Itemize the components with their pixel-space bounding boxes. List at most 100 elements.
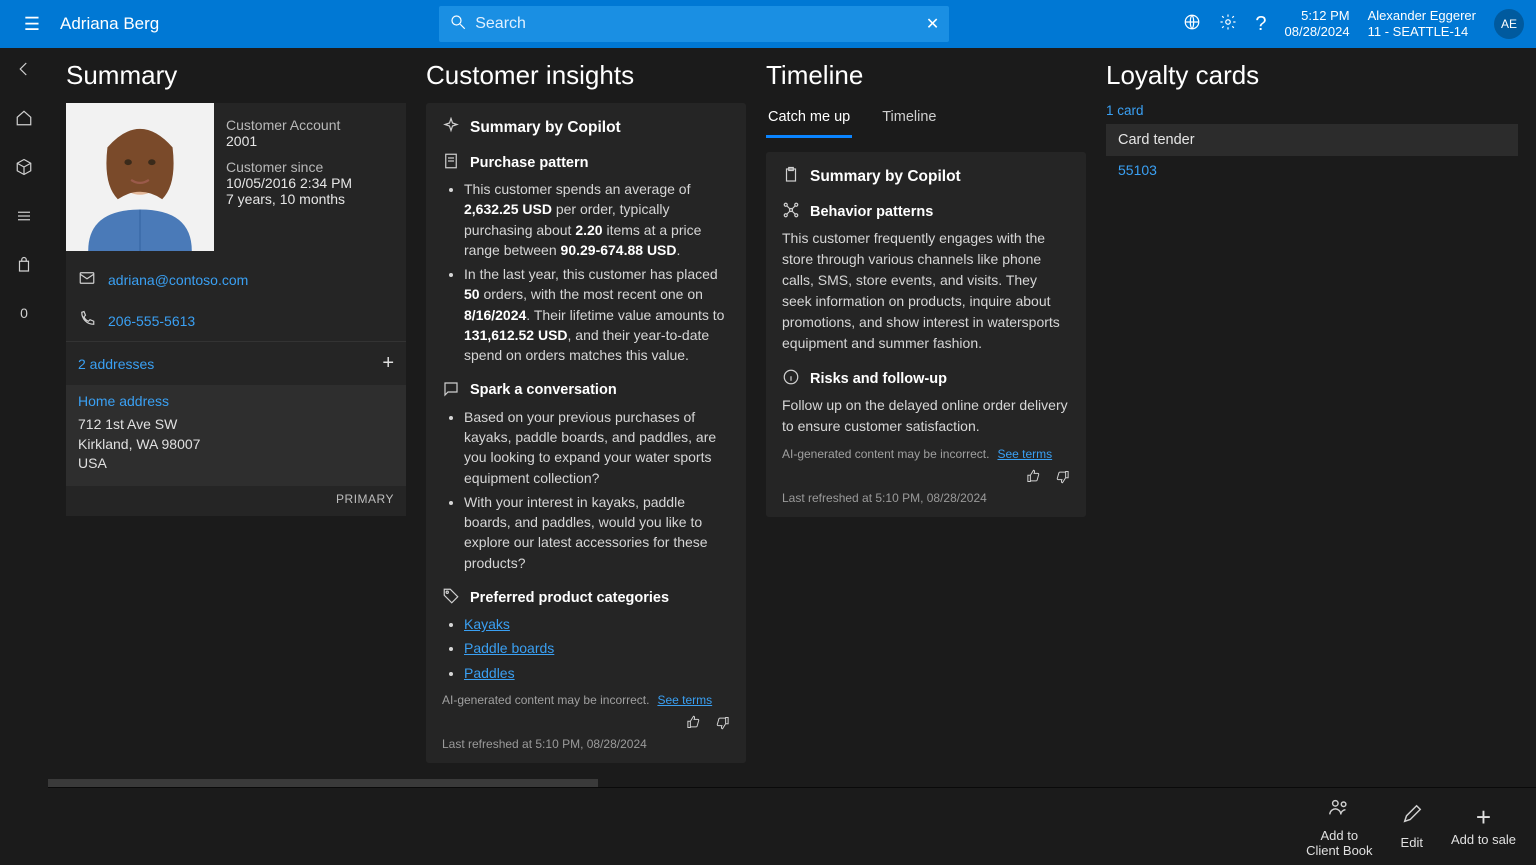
ai-footer-insights: AI-generated content may be incorrect. S… — [442, 693, 730, 733]
people-icon — [1328, 796, 1350, 824]
summary-title: Summary — [66, 60, 406, 91]
since-duration: 7 years, 10 months — [226, 191, 352, 207]
loyalty-title: Loyalty cards — [1106, 60, 1518, 91]
list-icon[interactable] — [15, 207, 33, 230]
tag-icon — [442, 587, 460, 608]
pref-link-1[interactable]: Kayaks — [464, 616, 510, 632]
email-row[interactable]: adriana@contoso.com — [66, 259, 406, 300]
left-nav-rail: 0 — [0, 48, 48, 865]
home-address-label: Home address — [78, 393, 394, 409]
tab-timeline[interactable]: Timeline — [880, 103, 938, 138]
prefs-title: Preferred product categories — [470, 590, 669, 606]
pref-link-2[interactable]: Paddle boards — [464, 640, 554, 656]
add-client-book-label-2: Client Book — [1306, 843, 1372, 858]
clipboard-icon — [782, 166, 800, 187]
clear-search-icon[interactable]: ✕ — [926, 14, 939, 34]
datetime-display: 5:12 PM 08/28/2024 — [1285, 8, 1350, 39]
bottom-action-bar: Add to Client Book Edit + Add to sale — [48, 787, 1536, 865]
tab-catch-me-up[interactable]: Catch me up — [766, 103, 852, 138]
see-terms-link[interactable]: See terms — [657, 693, 712, 707]
spark-bullet-1: Based on your previous purchases of kaya… — [464, 407, 730, 488]
thumbs-up-icon[interactable] — [686, 715, 701, 733]
account-label: Customer Account — [226, 117, 352, 133]
pencil-icon — [1401, 803, 1423, 831]
address-line-1: 712 1st Ave SW — [78, 415, 394, 435]
phone-link[interactable]: 206-555-5613 — [108, 313, 195, 329]
edit-button[interactable]: Edit — [1401, 803, 1423, 850]
phone-icon — [78, 310, 96, 331]
ai-footer-timeline: AI-generated content may be incorrect. S… — [782, 447, 1070, 487]
ai-disclaimer-tl: AI-generated content may be incorrect. — [782, 447, 989, 461]
loyalty-card-row[interactable]: Card tender — [1106, 124, 1518, 156]
add-to-client-book-button[interactable]: Add to Client Book — [1306, 796, 1372, 858]
timeline-title: Timeline — [766, 60, 1086, 91]
email-link[interactable]: adriana@contoso.com — [108, 272, 248, 288]
sparkle-icon — [442, 117, 460, 138]
email-icon — [78, 269, 96, 290]
horizontal-scrollbar[interactable] — [48, 779, 598, 787]
insights-card: Summary by Copilot Purchase pattern This… — [426, 103, 746, 763]
search-icon — [449, 13, 467, 36]
home-icon[interactable] — [15, 109, 33, 132]
hamburger-icon[interactable]: ☰ — [12, 14, 52, 35]
risks-text: Follow up on the delayed online order de… — [782, 395, 1070, 437]
user-avatar[interactable]: AE — [1494, 9, 1524, 39]
top-bar: ☰ Adriana Berg ✕ ? 5:12 PM 08/28/2024 Al… — [0, 0, 1536, 48]
search-input[interactable] — [467, 15, 926, 33]
spark-bullet-2: With your interest in kayaks, paddle boa… — [464, 492, 730, 573]
purchase-bullet-1: This customer spends an average of 2,632… — [464, 179, 730, 260]
thumbs-up-icon-tl[interactable] — [1026, 469, 1041, 487]
store-label: 11 - SEATTLE-14 — [1368, 24, 1476, 40]
add-address-icon[interactable]: + — [382, 352, 394, 375]
add-to-sale-button[interactable]: + Add to sale — [1451, 806, 1516, 847]
addresses-header[interactable]: 2 addresses + — [66, 341, 406, 385]
see-terms-link-tl[interactable]: See terms — [997, 447, 1052, 461]
add-sale-label: Add to sale — [1451, 832, 1516, 847]
chat-icon — [442, 380, 460, 401]
purchase-bullet-2: In the last year, this customer has plac… — [464, 264, 730, 365]
address-block[interactable]: Home address 712 1st Ave SW Kirkland, WA… — [66, 385, 406, 486]
spark-section: Spark a conversation Based on your previ… — [442, 380, 730, 573]
loyalty-card-number[interactable]: 55103 — [1106, 156, 1518, 184]
spark-title: Spark a conversation — [470, 382, 617, 398]
customer-photo — [66, 103, 214, 251]
time-display: 5:12 PM — [1285, 8, 1350, 24]
risks-title: Risks and follow-up — [810, 371, 947, 387]
network-icon — [782, 201, 800, 222]
globe-icon[interactable] — [1183, 13, 1201, 36]
timeline-card-title: Summary by Copilot — [810, 168, 961, 186]
behavior-text: This customer frequently engages with th… — [782, 228, 1070, 354]
risks-section: Risks and follow-up Follow up on the del… — [782, 368, 1070, 437]
behavior-title: Behavior patterns — [810, 204, 933, 220]
behavior-section: Behavior patterns This customer frequent… — [782, 201, 1070, 354]
address-line-3: USA — [78, 454, 394, 474]
profile-info: Customer Account 2001 Customer since 10/… — [226, 103, 352, 251]
settings-icon[interactable] — [1219, 13, 1237, 36]
purchase-pattern-section: Purchase pattern This customer spends an… — [442, 152, 730, 366]
pref-link-3[interactable]: Paddles — [464, 665, 515, 681]
box-icon[interactable] — [15, 158, 33, 181]
back-icon[interactable] — [15, 60, 33, 83]
bag-icon[interactable] — [15, 256, 33, 279]
user-name: Alexander Eggerer — [1368, 8, 1476, 24]
purchase-pattern-title: Purchase pattern — [470, 155, 588, 171]
phone-row[interactable]: 206-555-5613 — [66, 300, 406, 341]
address-line-2: Kirkland, WA 98007 — [78, 435, 394, 455]
thumbs-down-icon-tl[interactable] — [1055, 469, 1070, 487]
loyalty-count[interactable]: 1 card — [1106, 103, 1518, 118]
timeline-tabs: Catch me up Timeline — [766, 103, 1086, 138]
search-box[interactable]: ✕ — [439, 6, 949, 42]
prefs-section: Preferred product categories Kayaks Padd… — [442, 587, 730, 683]
primary-tag: PRIMARY — [66, 486, 406, 506]
timeline-column: Timeline Catch me up Timeline Summary by… — [766, 60, 1086, 787]
insights-title: Customer insights — [426, 60, 746, 91]
receipt-icon — [442, 152, 460, 173]
since-date: 10/05/2016 2:34 PM — [226, 175, 352, 191]
insights-column: Customer insights Summary by Copilot Pur… — [426, 60, 746, 787]
plus-icon: + — [1476, 806, 1491, 828]
edit-label: Edit — [1401, 835, 1423, 850]
help-icon[interactable]: ? — [1255, 13, 1266, 36]
user-info[interactable]: Alexander Eggerer 11 - SEATTLE-14 — [1368, 8, 1476, 39]
cart-badge[interactable]: 0 — [20, 305, 28, 321]
thumbs-down-icon[interactable] — [715, 715, 730, 733]
